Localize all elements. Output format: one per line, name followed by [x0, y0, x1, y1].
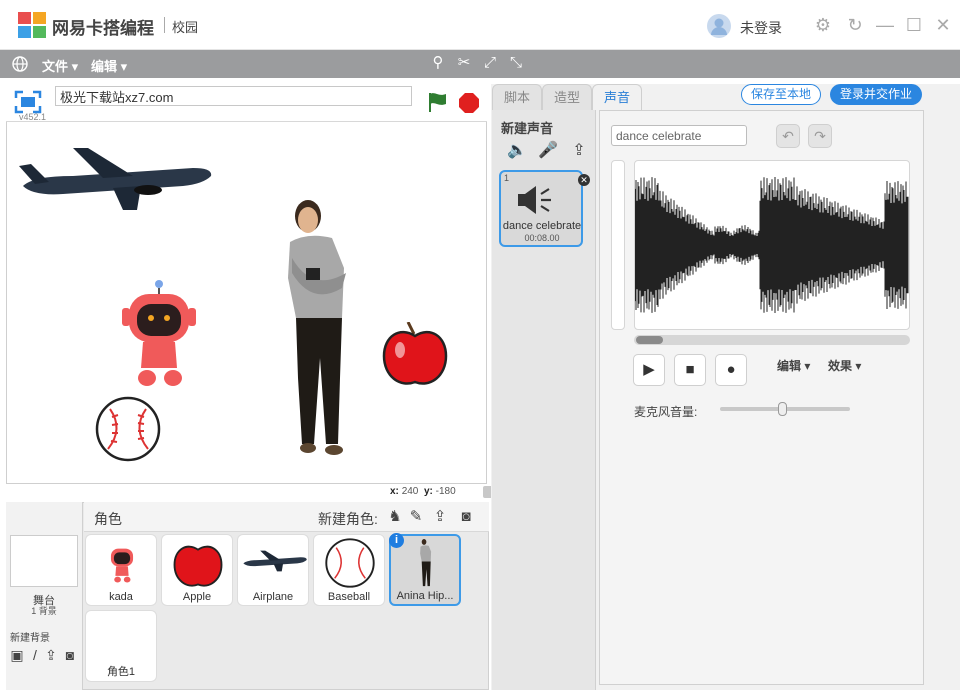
sprite-name: Baseball [327, 591, 371, 603]
delete-sound-icon[interactable]: ✕ [578, 174, 590, 186]
fullscreen-icon[interactable] [14, 90, 42, 114]
version-label: v452.1 [19, 112, 47, 122]
sound-item-duration: 00:08.00 [524, 233, 560, 243]
mic-volume-label: 麦克风音量: [634, 405, 698, 419]
stage-kada-sprite[interactable] [121, 278, 197, 388]
sprite-name: Airplane [252, 591, 294, 603]
tab-sounds[interactable]: 声音 [592, 84, 642, 112]
undo-icon[interactable]: ↶ [776, 124, 800, 148]
sprite-name: Anina Hip... [396, 590, 454, 602]
sound-name-input[interactable] [611, 125, 747, 146]
sound-number: 1 [504, 173, 510, 183]
stage-apple-sprite[interactable] [382, 322, 448, 388]
sprite-info-icon[interactable]: i [389, 533, 404, 548]
menu-edit[interactable]: 编辑 ▾ [91, 56, 127, 75]
waveform-scrollbar[interactable] [634, 335, 910, 345]
sound-library-icon[interactable]: 🔈 [506, 140, 528, 162]
backdrop-camera-icon[interactable]: ◙ [62, 647, 78, 663]
grow-icon[interactable]: ⤢ [481, 54, 499, 72]
stage-baseball-sprite[interactable] [94, 395, 162, 463]
sprites-header [84, 502, 489, 532]
sprite-tile-baseball[interactable]: Baseball [313, 534, 385, 606]
project-name-input[interactable] [55, 86, 412, 106]
sprite-name: Apple [182, 591, 212, 603]
refresh-icon[interactable]: ↻ [844, 14, 866, 36]
title-separator [164, 17, 165, 33]
close-icon[interactable]: ✕ [932, 14, 954, 36]
sprite-tile-apple[interactable]: Apple [161, 534, 233, 606]
menu-file[interactable]: 文件 ▾ [42, 56, 78, 75]
backdrop-library-icon[interactable]: ▣ [9, 647, 25, 663]
minimize-icon[interactable]: — [874, 14, 896, 36]
cut-icon[interactable]: ✂ [455, 54, 473, 72]
menu-bar [0, 50, 960, 78]
sprite-name: kada [109, 591, 133, 603]
login-status[interactable]: 未登录 [740, 18, 782, 38]
record-button[interactable]: ● [715, 354, 747, 386]
stamp-icon[interactable]: ⚲ [429, 54, 447, 72]
app-logo [18, 12, 46, 38]
stage-airplane-sprite[interactable] [13, 146, 215, 212]
waveform[interactable] [634, 160, 910, 330]
save-local-button[interactable]: 保存至本地 [741, 84, 821, 105]
sprite-tile-kada[interactable]: kada [85, 534, 157, 606]
sprite-camera-icon[interactable]: ◙ [456, 507, 476, 527]
stage-backdrop-count: 1 背景 [31, 606, 57, 616]
mic-volume-knob[interactable] [778, 402, 788, 416]
maximize-icon[interactable]: ☐ [903, 14, 925, 36]
stop-button[interactable]: ■ [674, 354, 706, 386]
settings-icon[interactable]: ⚙ [812, 14, 834, 36]
tab-scripts[interactable]: 脚本 [492, 84, 542, 110]
waveform-gutter [611, 160, 625, 330]
submit-homework-button[interactable]: 登录并交作业 [830, 84, 922, 105]
stop-icon[interactable] [459, 93, 479, 113]
app-subtitle: 校园 [172, 20, 199, 35]
waveform-scroll-thumb[interactable] [636, 336, 663, 344]
stage-thumbnail[interactable] [10, 535, 78, 587]
redo-icon[interactable]: ↷ [808, 124, 832, 148]
sound-upload-icon[interactable]: ⇪ [568, 140, 590, 162]
stage-coordinates: x: 240 y: -180 [390, 486, 456, 497]
sprite-name: 角色1 [106, 666, 136, 678]
app-name: 网易卡搭编程 [52, 19, 154, 38]
sprite-library-icon[interactable]: ♞ [385, 507, 405, 527]
stage[interactable] [6, 84, 487, 484]
sprite-upload-icon[interactable]: ⇪ [430, 507, 450, 527]
sprite-paint-icon[interactable]: ✎ [406, 507, 426, 527]
new-sound-label: 新建声音 [501, 121, 554, 136]
record-mic-icon[interactable]: 🎤 [537, 140, 559, 162]
shrink-icon[interactable]: ⤡ [507, 54, 525, 72]
new-backdrop-label: 新建背景 [10, 633, 50, 644]
user-avatar[interactable] [707, 14, 731, 38]
globe-icon[interactable] [11, 55, 29, 73]
sprite-tile-airplane[interactable]: Airplane [237, 534, 309, 606]
stage-anina-sprite[interactable] [282, 198, 354, 464]
sprite-tile-sprite1[interactable]: 角色1 [85, 610, 157, 682]
sound-item-name: dance celebrate [502, 220, 582, 232]
backdrop-upload-icon[interactable]: ⇪ [43, 647, 59, 663]
tab-costumes[interactable]: 造型 [542, 84, 592, 110]
sprites-title: 角色 [94, 511, 122, 527]
new-sprite-label: 新建角色: [318, 511, 378, 527]
backdrop-paint-icon[interactable]: / [27, 647, 43, 663]
play-button[interactable]: ▶ [633, 354, 665, 386]
green-flag-icon[interactable] [427, 91, 449, 113]
effects-menu[interactable]: 效果 ▾ [828, 357, 861, 374]
edit-menu[interactable]: 编辑 ▾ [777, 357, 810, 374]
